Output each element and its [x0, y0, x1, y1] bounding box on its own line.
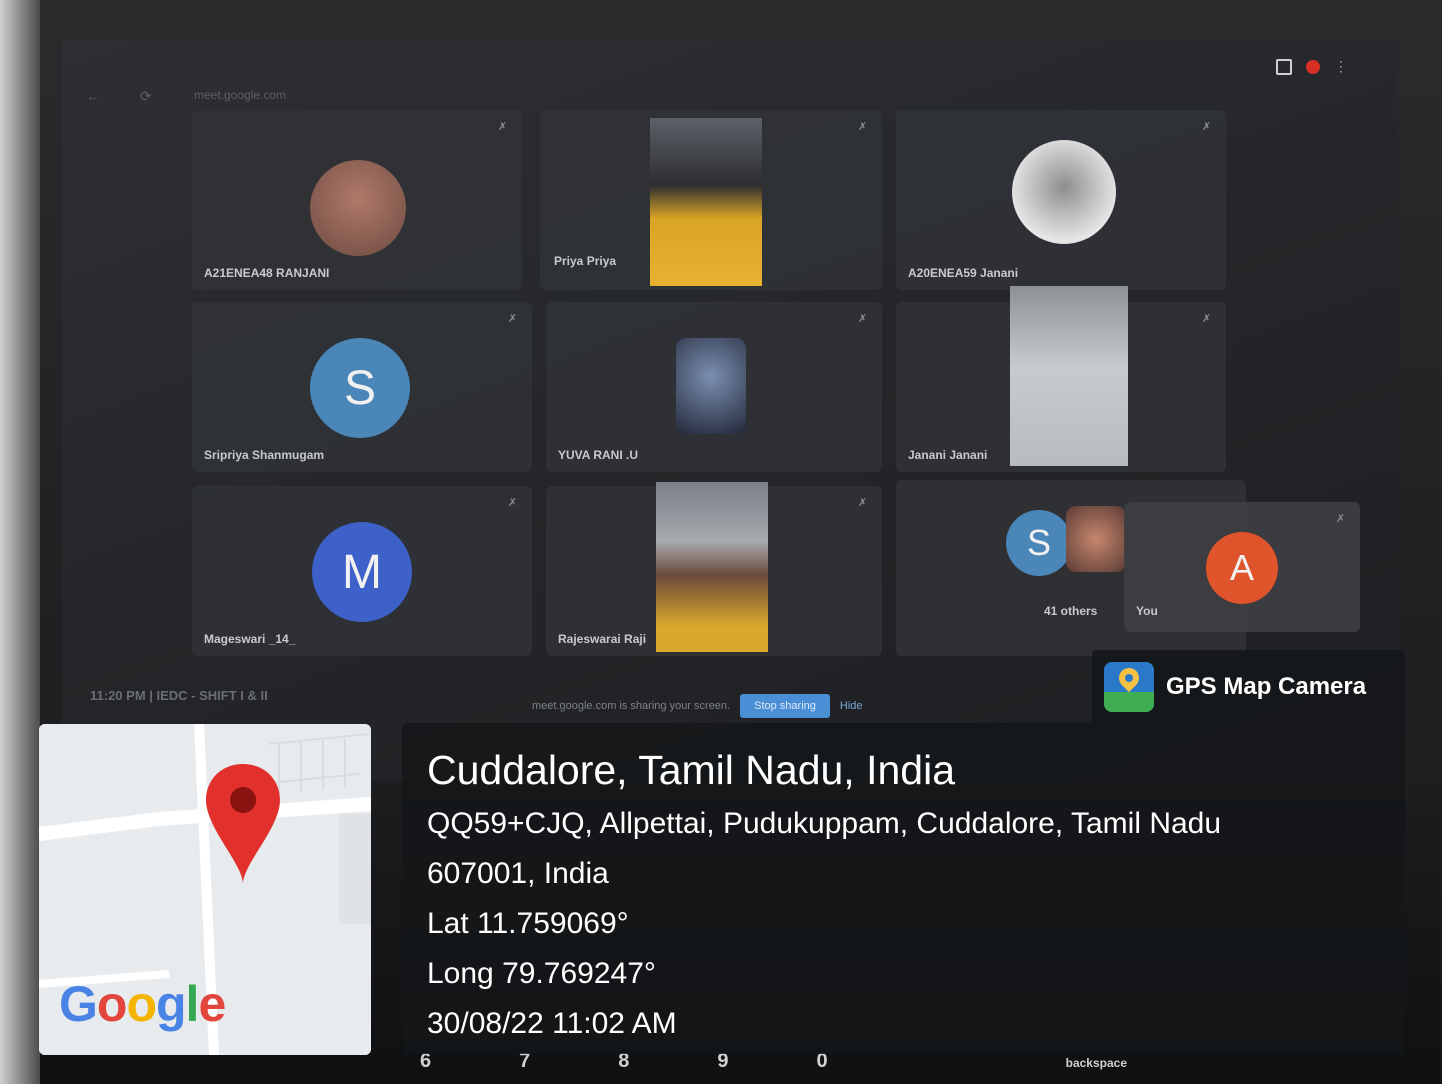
participant-photo — [310, 160, 406, 256]
reload-icon[interactable]: ⟳ — [140, 88, 152, 105]
hide-button[interactable]: Hide — [840, 700, 863, 712]
recording-icon[interactable] — [1306, 59, 1320, 74]
google-logo: Google — [59, 975, 226, 1033]
participant-video — [1010, 286, 1128, 466]
participant-photo — [1012, 140, 1116, 244]
window-icon[interactable] — [1276, 58, 1292, 75]
gps-map-camera-icon — [1104, 662, 1154, 712]
participant-name: A20ENEA59 Janani — [908, 266, 1019, 280]
back-arrow-icon[interactable]: ← — [86, 88, 100, 104]
gps-brand-title: GPS Map Camera — [1166, 673, 1367, 700]
participant-tile[interactable]: S ✗ Sripriya Shanmugam — [192, 302, 532, 472]
address-line-2: 607001, India — [427, 857, 609, 890]
participant-tile[interactable]: ✗ Priya Priya — [540, 110, 882, 290]
participant-video — [656, 482, 768, 652]
participant-initial-avatar: M — [312, 522, 412, 622]
screen-share-bar: meet.google.com is sharing your screen. … — [532, 690, 912, 722]
latitude: Lat 11.759069° — [427, 907, 629, 940]
self-view-tile[interactable]: A ✗ You — [1124, 502, 1360, 632]
mic-off-icon: ✗ — [508, 497, 518, 509]
participant-name: Mageswari _14_ — [204, 632, 296, 646]
mic-off-icon: ✗ — [858, 497, 868, 509]
google-logo-text: Google — [59, 976, 226, 1032]
participant-name: Priya Priya — [554, 254, 617, 268]
mic-off-icon: ✗ — [858, 121, 868, 133]
browser-toolbar: ← ⟳ meet.google.com ⋮ — [62, 40, 1398, 104]
location-info-panel: Cuddalore, Tamil Nadu, India QQ59+CJQ, A… — [402, 723, 1405, 1054]
stop-sharing-button[interactable]: Stop sharing — [740, 694, 830, 718]
menu-dots-icon[interactable]: ⋮ — [1334, 58, 1348, 75]
participant-initial-avatar: S — [310, 338, 410, 438]
participant-tile[interactable]: ✗ A21ENEA48 RANJANI — [192, 110, 522, 290]
address-line-1: QQ59+CJQ, Allpettai, Pudukuppam, Cuddalo… — [427, 807, 1222, 840]
others-initial-avatar: S — [1006, 510, 1072, 576]
location-title: Cuddalore, Tamil Nadu, India — [427, 747, 955, 793]
mic-off-icon: ✗ — [508, 313, 518, 325]
mic-off-icon: ✗ — [1202, 313, 1212, 325]
participant-tile[interactable]: ✗ Rajeswarai Raji — [546, 482, 882, 656]
participant-photo — [676, 338, 746, 434]
map-pin-icon — [204, 760, 282, 884]
participant-name: Sripriya Shanmugam — [204, 448, 325, 462]
others-photo — [1066, 506, 1126, 572]
gps-brand-badge: GPS Map Camera — [1092, 650, 1405, 724]
meeting-info: 11:20 PM | IEDC - SHIFT I & II — [90, 688, 268, 703]
mic-off-icon: ✗ — [498, 121, 508, 133]
mic-off-icon: ✗ — [858, 313, 868, 325]
timestamp: 30/08/22 11:02 AM — [427, 1007, 677, 1040]
share-notice: meet.google.com is sharing your screen. — [532, 700, 731, 712]
longitude: Long 79.769247° — [427, 957, 656, 990]
others-count: 41 others — [1044, 604, 1098, 618]
map-thumbnail: Google — [39, 724, 371, 1055]
desk-edge — [0, 0, 40, 1084]
participant-name: A21ENEA48 RANJANI — [204, 266, 330, 280]
mic-off-icon: ✗ — [1202, 121, 1212, 133]
participant-tile[interactable]: ✗ YUVA RANI .U — [546, 302, 882, 472]
browser-actions: ⋮ — [1276, 58, 1348, 75]
mic-off-icon: ✗ — [1336, 513, 1346, 525]
participant-video — [650, 118, 762, 286]
self-label: You — [1136, 604, 1158, 618]
participant-tile[interactable]: M ✗ Mageswari _14_ — [192, 486, 532, 656]
url-text[interactable]: meet.google.com — [194, 88, 286, 102]
participant-name: Janani Janani — [908, 448, 988, 462]
participant-tile[interactable]: ✗ A20ENEA59 Janani — [896, 110, 1226, 290]
participant-name: YUVA RANI .U — [558, 448, 639, 462]
participant-tile[interactable]: ✗ Janani Janani — [896, 286, 1226, 472]
participant-name: Rajeswarai Raji — [558, 632, 647, 646]
self-initial-avatar: A — [1206, 532, 1278, 604]
key-backspace: backspace — [1065, 1056, 1128, 1070]
